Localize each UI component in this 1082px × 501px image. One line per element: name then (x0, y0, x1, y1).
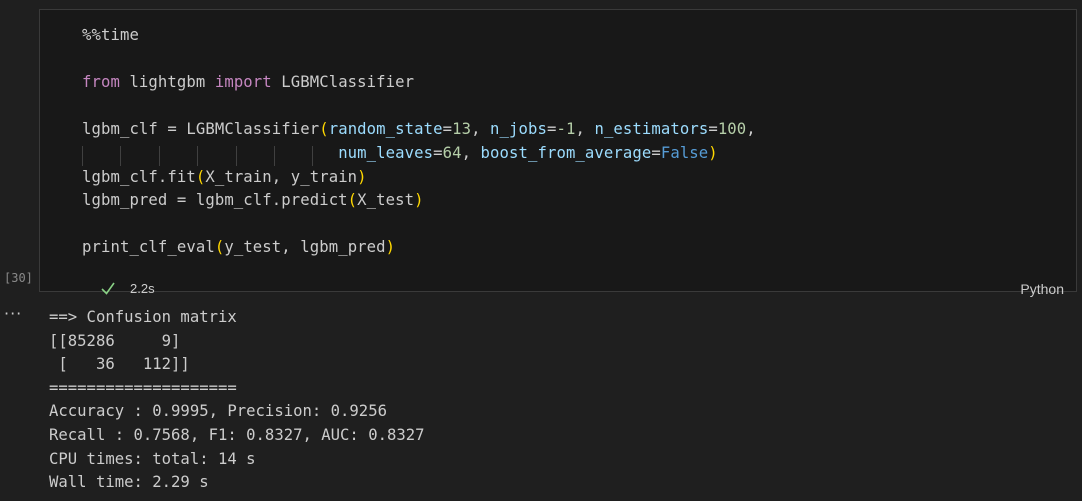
code-token: ( (347, 191, 358, 210)
code-line: lgbm_pred = lgbm_clf.predict(X_test) (82, 189, 756, 213)
output-line: [[85286 9] (49, 331, 181, 350)
code-token: lgbm_clf.fit (82, 167, 196, 186)
indent-guide (274, 145, 275, 166)
output-line: ==================== (49, 378, 237, 397)
code-token: = (433, 143, 443, 162)
output-line: Accuracy : 0.9995, Precision: 0.9256 (49, 402, 387, 421)
code-token (82, 144, 338, 166)
code-token: n_estimators (594, 120, 709, 139)
indent-guide (120, 145, 122, 166)
code-token: , (461, 143, 481, 162)
code-line: from lightgbm import LGBMClassifier (82, 71, 756, 95)
code-token: = (442, 120, 453, 139)
code-token: = (651, 143, 661, 162)
code-line: lgbm_clf = LGBMClassifier(random_state=1… (82, 118, 756, 142)
code-token: -1 (556, 120, 576, 139)
code-token: ) (708, 143, 718, 162)
code-token: ) (357, 167, 367, 186)
check-icon (101, 282, 115, 295)
code-token: print_clf_eval (82, 238, 215, 257)
output-line: Recall : 0.7568, F1: 0.8327, AUC: 0.8327 (49, 425, 425, 444)
output-line: Wall time: 2.29 s (49, 473, 209, 492)
code-token: , (575, 120, 595, 139)
execution-duration: 2.2s (130, 281, 155, 296)
code-token: y_test, lgbm_pred (224, 238, 386, 257)
code-token: lgbm_clf = LGBMClassifier (82, 120, 320, 139)
code-token: ( (214, 238, 225, 257)
code-token: , (471, 120, 491, 139)
output-line: [ 36 112]] (49, 355, 190, 374)
kernel-language-button[interactable]: Python (1020, 281, 1064, 297)
code-line: lgbm_clf.fit(X_train, y_train) (82, 166, 756, 190)
code-token: 100 (717, 120, 747, 139)
code-token: ( (195, 167, 206, 186)
code-token: , (746, 120, 756, 139)
indent-guide (82, 145, 83, 166)
code-token: 13 (452, 120, 472, 139)
code-token: n_jobs (490, 120, 547, 139)
code-token: random_state (328, 120, 443, 139)
code-editor[interactable]: %%time from lightgbm import LGBMClassifi… (82, 24, 756, 260)
code-line: %%time (82, 24, 756, 48)
code-token: from (82, 73, 120, 92)
code-cell[interactable]: %%time from lightgbm import LGBMClassifi… (39, 9, 1077, 297)
code-token: = (708, 120, 718, 139)
code-token: boost_from_average (480, 143, 652, 162)
output-line: ==> Confusion matrix (49, 308, 237, 326)
code-token: lgbm_pred = lgbm_clf.predict (82, 191, 348, 210)
code-line: print_clf_eval(y_test, lgbm_pred) (82, 236, 756, 260)
code-token: 64 (442, 143, 462, 162)
indent-guide (158, 145, 160, 166)
execution-count: [30] (4, 271, 33, 285)
code-token: %%time (82, 26, 139, 44)
code-token: X_train, y_train (205, 167, 358, 186)
indent-guide (235, 145, 237, 166)
code-token: X_test (357, 191, 415, 210)
code-token: LGBMClassifier (271, 73, 415, 92)
indent-guide (312, 145, 314, 166)
indent-guide (197, 145, 199, 166)
code-token: import (214, 73, 272, 92)
code-token: ) (414, 191, 424, 210)
cell-output: ==> Confusion matrix [[85286 9] [ 36 112]… (49, 306, 425, 495)
output-line: CPU times: total: 14 s (49, 449, 256, 468)
code-token: num_leaves (338, 143, 434, 162)
code-line: num_leaves=64, boost_from_average=False) (82, 142, 756, 166)
output-more-actions-icon[interactable]: ··· (4, 304, 22, 323)
code-token: lightgbm (119, 73, 215, 92)
code-token: False (660, 143, 709, 162)
code-token: ) (385, 238, 396, 257)
code-token: ( (319, 120, 329, 139)
